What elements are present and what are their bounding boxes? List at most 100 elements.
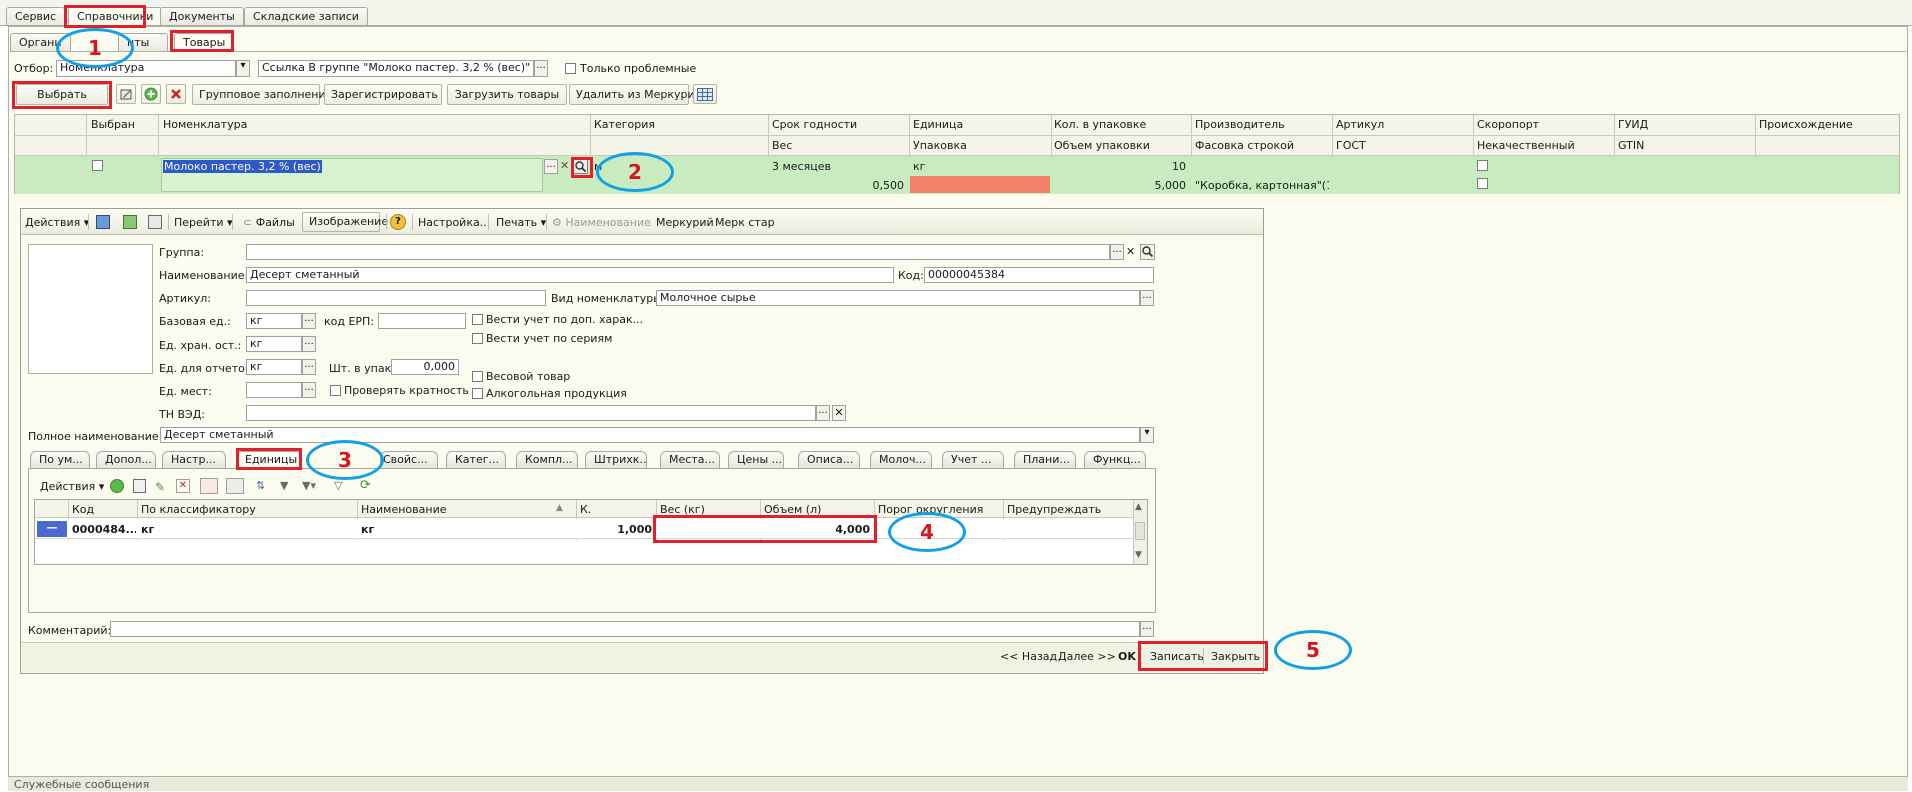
name-field[interactable]: Десерт сметанный: [246, 267, 894, 283]
store-unit-select-button[interactable]: ...: [302, 336, 316, 352]
erp-code-field[interactable]: [378, 313, 466, 329]
col-defective[interactable]: Некачественный: [1477, 139, 1575, 153]
extra-char-checkbox[interactable]: [472, 314, 483, 325]
units-delete-icon[interactable]: ✕: [176, 479, 190, 493]
units-filter-clear-icon[interactable]: ▽: [334, 479, 342, 492]
nomenclature-cell-value[interactable]: Молоко пастер. 3,2 % (вес): [163, 160, 322, 173]
edit-icon-button[interactable]: [116, 84, 136, 104]
col-qty-pack[interactable]: Кол. в упаковке: [1054, 118, 1146, 132]
grid-settings-button[interactable]: [693, 84, 717, 104]
refresh-icon[interactable]: [123, 215, 137, 229]
package-cell-empty[interactable]: [910, 176, 1050, 193]
base-unit-select-button[interactable]: ...: [302, 313, 316, 329]
tab-additional[interactable]: Допол...: [96, 451, 156, 468]
tab-properties[interactable]: Свойс...: [380, 451, 438, 468]
report-unit-field[interactable]: кг: [246, 359, 302, 375]
comment-select-button[interactable]: ...: [1140, 621, 1154, 637]
nomenclature-select-button[interactable]: ...: [544, 159, 558, 174]
group-fill-button[interactable]: Групповое заполнение: [192, 84, 332, 105]
tab-default[interactable]: По ум...: [30, 451, 90, 468]
units-copy-icon[interactable]: [133, 479, 146, 493]
units-sort-icon[interactable]: ⇅: [256, 479, 265, 492]
load-goods-button[interactable]: Загрузить товары: [447, 84, 567, 105]
tab-functions[interactable]: Функц...: [1084, 451, 1146, 468]
check-multiplicity-checkbox[interactable]: [330, 385, 341, 396]
alcohol-checkbox[interactable]: [472, 388, 483, 399]
comment-field[interactable]: [110, 621, 1140, 637]
tab-planning[interactable]: Плани...: [1014, 451, 1076, 468]
col-weight[interactable]: Вес: [772, 139, 792, 153]
row-selected-checkbox[interactable]: [92, 160, 103, 171]
col-guid[interactable]: ГУИД: [1618, 118, 1648, 132]
col-gost[interactable]: ГОСТ: [1336, 139, 1366, 153]
col-origin[interactable]: Происхождение: [1759, 118, 1853, 132]
tab-accounting[interactable]: Учет ...: [942, 451, 1004, 468]
units-col-name[interactable]: Наименование: [361, 503, 446, 517]
code-field[interactable]: 00000045384: [924, 267, 1154, 283]
col-pack-volume[interactable]: Объем упаковки: [1054, 139, 1150, 153]
col-selected[interactable]: Выбран: [91, 118, 135, 132]
print-menu[interactable]: Печать ▾: [496, 216, 546, 230]
col-packing-string[interactable]: Фасовка строкой: [1195, 139, 1294, 153]
weight-goods-checkbox[interactable]: [472, 371, 483, 382]
tab-barcodes[interactable]: Штрихк...: [585, 451, 647, 468]
save-icon[interactable]: [96, 215, 110, 229]
units-mark-icon[interactable]: [200, 478, 218, 494]
ok-button[interactable]: OK: [1118, 650, 1136, 664]
group-open-button[interactable]: [1140, 244, 1155, 260]
tab-descriptions[interactable]: Описа...: [798, 451, 860, 468]
name-button[interactable]: ⚙ Наименование: [552, 216, 651, 230]
report-unit-select-button[interactable]: ...: [302, 359, 316, 375]
mercury-button[interactable]: Меркурий: [656, 216, 714, 230]
tnved-field[interactable]: [246, 405, 816, 421]
col-shelf-life[interactable]: Срок годности: [772, 118, 857, 132]
pcs-in-pack-field[interactable]: 0,000: [391, 359, 459, 375]
col-perishable[interactable]: Скоропорт: [1477, 118, 1539, 132]
tab-prices[interactable]: Цены ...: [728, 451, 784, 468]
store-unit-field[interactable]: кг: [246, 336, 302, 352]
tab-categories[interactable]: Катег...: [446, 451, 506, 468]
filter-field-dropdown[interactable]: ▾: [236, 60, 250, 77]
tnved-clear-icon[interactable]: ✕: [832, 405, 846, 421]
back-button[interactable]: << Назад: [1000, 650, 1057, 664]
filter-value-select-button[interactable]: ...: [534, 60, 548, 77]
add-button[interactable]: [141, 84, 161, 104]
perishable-checkbox[interactable]: [1477, 160, 1488, 171]
units-actions-menu[interactable]: Действия ▾: [40, 480, 104, 494]
col-nomenclature[interactable]: Номенклатура: [163, 118, 247, 132]
units-list-icon[interactable]: [226, 478, 244, 494]
tab-warehouse[interactable]: Складские записи: [244, 7, 368, 25]
group-select-button[interactable]: ...: [1110, 244, 1124, 260]
units-edit-icon[interactable]: ✎: [155, 480, 165, 494]
filter-value-field[interactable]: Ссылка В группе "Молоко пастер. 3,2 % (в…: [258, 60, 534, 77]
units-filter-menu-icon[interactable]: ▼▾: [302, 479, 316, 492]
col-unit[interactable]: Единица: [913, 118, 963, 132]
merk-old-button[interactable]: Мерк стар: [715, 216, 775, 230]
settings-button[interactable]: Настройка...: [418, 216, 490, 230]
units-add-icon[interactable]: [110, 479, 124, 493]
item-image-area[interactable]: [28, 244, 153, 374]
units-col-k[interactable]: К.: [580, 503, 591, 517]
group-field[interactable]: [246, 244, 1110, 260]
kind-select-button[interactable]: ...: [1140, 290, 1154, 306]
units-col-classifier[interactable]: По классификатору: [141, 503, 256, 517]
series-checkbox[interactable]: [472, 333, 483, 344]
tab-dairy[interactable]: Молоч...: [870, 451, 932, 468]
tab-documents[interactable]: Документы: [160, 7, 244, 25]
form-actions-menu[interactable]: Действия ▾: [25, 216, 89, 230]
article-field[interactable]: [246, 290, 546, 306]
tab-settings[interactable]: Настр...: [162, 451, 226, 468]
register-button[interactable]: Зарегистрировать: [324, 84, 442, 105]
delete-button[interactable]: [166, 84, 186, 104]
col-manufacturer[interactable]: Производитель: [1195, 118, 1285, 132]
goto-menu[interactable]: Перейти ▾: [174, 216, 233, 230]
tab-service[interactable]: Сервис: [6, 7, 66, 25]
col-package[interactable]: Упаковка: [913, 139, 967, 153]
full-name-dropdown[interactable]: ▾: [1140, 427, 1154, 443]
scroll-thumb[interactable]: [1135, 522, 1145, 540]
help-button[interactable]: ?: [390, 214, 406, 230]
base-unit-field[interactable]: кг: [246, 313, 302, 329]
kind-field[interactable]: Молочное сырье: [656, 290, 1140, 306]
col-gtin[interactable]: GTIN: [1618, 139, 1644, 153]
units-col-code[interactable]: Код: [72, 503, 94, 517]
